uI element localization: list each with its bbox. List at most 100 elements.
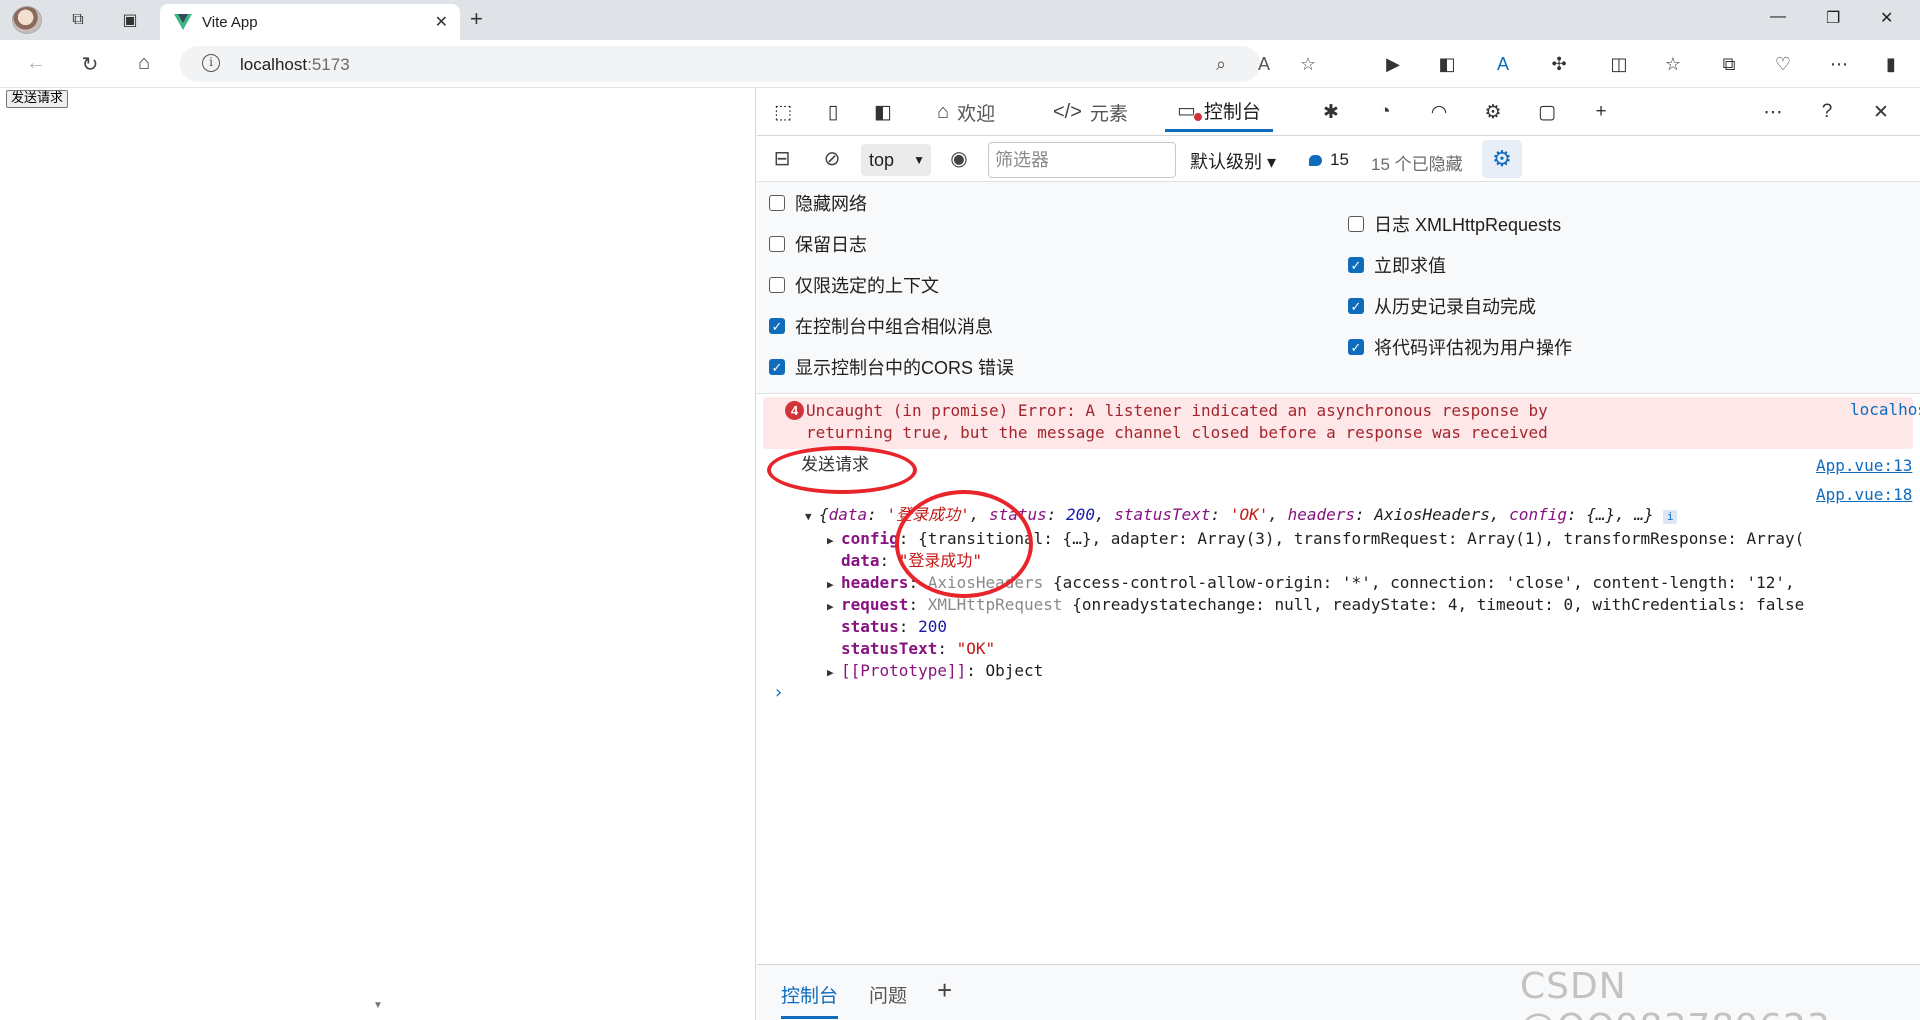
tab-console[interactable]: ▭ 控制台	[1165, 92, 1273, 132]
media-play-icon[interactable]: ▶	[1380, 54, 1406, 75]
watermark: CSDN @QQ983789623	[1520, 966, 1830, 1020]
split-screen-icon[interactable]: ◫	[1606, 54, 1632, 75]
filter-input[interactable]	[988, 142, 1176, 178]
site-info-icon[interactable]: i	[202, 54, 220, 72]
sources-bug-icon[interactable]: ✱	[1317, 100, 1345, 124]
context-select[interactable]: top ▼	[861, 144, 931, 176]
new-tab-button[interactable]: +	[470, 6, 483, 32]
console-toolbar: ⊟ ⊘ top▼ ◉ 默认级别 ▾ 15 15 个已隐藏 ⚙	[757, 136, 1920, 182]
window-close-icon[interactable]: ✕	[1880, 8, 1893, 28]
collections-icon[interactable]: ⧉	[1716, 54, 1742, 75]
browser-tab[interactable]: Vite App ✕	[160, 4, 460, 40]
log-source-link[interactable]: App.vue:18	[1816, 485, 1912, 504]
option-autocomplete-history[interactable]: 从历史记录自动完成	[1348, 293, 1536, 319]
data-row: data: "登录成功"	[841, 551, 983, 570]
error-source-link[interactable]: localhost/:1	[1850, 400, 1920, 419]
log-source-link[interactable]: App.vue:13	[1816, 456, 1912, 475]
zoom-icon[interactable]: ⌕	[1216, 54, 1226, 75]
home-icon[interactable]: ⌂	[130, 52, 158, 75]
profile-avatar[interactable]	[12, 6, 42, 34]
memory-chip-icon[interactable]: ⚙	[1479, 100, 1507, 124]
hidden-count: 15 个已隐藏	[1371, 155, 1463, 174]
tab-close-icon[interactable]: ✕	[435, 12, 448, 32]
checkbox[interactable]	[769, 318, 785, 334]
tab-welcome[interactable]: ⌂ 欢迎	[937, 92, 995, 132]
console-icon: ▭	[1177, 98, 1203, 123]
live-expression-eye-icon[interactable]: ◉	[946, 146, 972, 171]
games-icon[interactable]: ◧	[1434, 54, 1460, 75]
scroll-down-icon[interactable]: ▼	[373, 1000, 383, 1011]
checkbox[interactable]	[769, 236, 785, 252]
option-selected-context-only[interactable]: 仅限选定的上下文	[769, 272, 939, 298]
sidebar-toggle-icon[interactable]: ▮	[1878, 54, 1904, 75]
more-tools-icon[interactable]: ⋯	[1759, 100, 1787, 124]
chevron-down-icon: ▼	[913, 153, 925, 167]
option-user-gesture[interactable]: 将代码评估视为用户操作	[1348, 334, 1572, 360]
checkbox[interactable]	[769, 277, 785, 293]
title-bar: ⧉ ▣ Vite App ✕ + — ❐ ✕	[0, 0, 1920, 40]
workspaces-icon[interactable]: ⧉	[64, 8, 92, 32]
home-icon: ⌂	[937, 100, 950, 123]
checkbox[interactable]	[769, 359, 785, 375]
tab-title: Vite App	[202, 13, 258, 31]
request-row[interactable]: ▶ request: XMLHttpRequest {onreadystatech…	[827, 594, 1804, 618]
log-level-select[interactable]: 默认级别 ▾	[1190, 148, 1276, 174]
error-text: Uncaught (in promise) Error: A listener …	[806, 401, 1548, 442]
address-bar[interactable]: i localhost:5173 ⌕ A ☆	[180, 46, 1316, 82]
restore-icon[interactable]: ❐	[1826, 8, 1840, 28]
console-prompt-chevron-icon[interactable]: ›	[773, 682, 784, 703]
tab-actions-icon[interactable]: ▣	[116, 8, 144, 32]
url-text[interactable]: localhost:5173	[240, 55, 350, 75]
config-row[interactable]: ▶ config: {transitional: {…}, adapter: Ar…	[827, 528, 1804, 552]
device-emulation-icon[interactable]: ▯	[819, 100, 847, 124]
prototype-row[interactable]: ▶ [[Prototype]]: Object	[827, 660, 1043, 684]
option-show-cors-errors[interactable]: 显示控制台中的CORS 错误	[769, 354, 1014, 380]
option-group-similar[interactable]: 在控制台中组合相似消息	[769, 313, 993, 339]
inspect-element-icon[interactable]: ⬚	[769, 100, 797, 124]
info-icon[interactable]: i	[1663, 510, 1678, 524]
add-tool-icon[interactable]: +	[1587, 100, 1615, 124]
statustext-row: statusText: "OK"	[841, 639, 996, 658]
checkbox[interactable]	[1348, 298, 1364, 314]
headers-row[interactable]: ▶ headers: AxiosHeaders {access-control-a…	[827, 572, 1795, 596]
checkbox[interactable]	[1348, 339, 1364, 355]
option-preserve-log[interactable]: 保留日志	[769, 231, 867, 257]
close-devtools-icon[interactable]: ✕	[1867, 100, 1895, 124]
page-viewport: 发送请求 ▼	[0, 88, 756, 1020]
extensions-icon[interactable]: ✣	[1546, 54, 1572, 75]
help-icon[interactable]: ?	[1813, 100, 1841, 124]
drawer-tab-issues[interactable]: 问题	[869, 981, 907, 1008]
object-summary[interactable]: ▼ {data: '登录成功', status: 200, statusText:…	[805, 504, 1678, 528]
devtools-panel: ⬚ ▯ ◧ ⌂ 欢迎 </> 元素 ▭ 控制台 ✱ ◔ ◠ ⚙ ▢ + ⋯ ? ✕ ⊟…	[757, 88, 1920, 1020]
network-wifi-icon[interactable]: ◠	[1425, 100, 1453, 124]
option-hide-network[interactable]: 隐藏网络	[769, 190, 867, 216]
tab-elements[interactable]: </> 元素	[1053, 92, 1128, 132]
clear-console-icon[interactable]: ⊘	[819, 146, 845, 171]
translate-icon[interactable]: A	[1490, 54, 1516, 75]
checkbox[interactable]	[769, 195, 785, 211]
console-settings-gear-icon[interactable]: ⚙	[1482, 140, 1522, 178]
add-drawer-tab-icon[interactable]: +	[937, 975, 952, 1006]
checkbox[interactable]	[1348, 216, 1364, 232]
more-menu-icon[interactable]: ⋯	[1826, 54, 1852, 75]
favorite-star-icon[interactable]: ☆	[1300, 54, 1316, 75]
show-sidebar-icon[interactable]: ⊟	[769, 146, 795, 171]
devtools-toolbar: ⬚ ▯ ◧ ⌂ 欢迎 </> 元素 ▭ 控制台 ✱ ◔ ◠ ⚙ ▢ + ⋯ ? ✕	[757, 88, 1920, 136]
send-request-button[interactable]: 发送请求	[6, 90, 69, 108]
refresh-icon[interactable]: ↻	[76, 52, 104, 77]
drawer-tab-console[interactable]: 控制台	[781, 981, 839, 1019]
minimize-icon[interactable]: —	[1770, 8, 1786, 26]
performance-icon[interactable]: ◔	[1371, 100, 1399, 124]
application-icon[interactable]: ▢	[1533, 100, 1561, 124]
console-settings-panel: 隐藏网络 保留日志 仅限选定的上下文 在控制台中组合相似消息 显示控制台中的CO…	[757, 182, 1920, 394]
option-eager-evaluation[interactable]: 立即求值	[1348, 252, 1446, 278]
favorites-icon[interactable]: ☆	[1660, 54, 1686, 75]
message-count[interactable]: 15	[1309, 150, 1349, 170]
dock-side-icon[interactable]: ◧	[869, 100, 897, 124]
log-send-request: 发送请求	[801, 455, 869, 475]
back-icon[interactable]: ←	[22, 52, 50, 75]
checkbox[interactable]	[1348, 257, 1364, 273]
read-aloud-icon[interactable]: A	[1258, 54, 1270, 75]
option-log-xmlhttprequests[interactable]: 日志 XMLHttpRequests	[1348, 211, 1561, 237]
performance-icon[interactable]: ♡	[1770, 54, 1796, 75]
